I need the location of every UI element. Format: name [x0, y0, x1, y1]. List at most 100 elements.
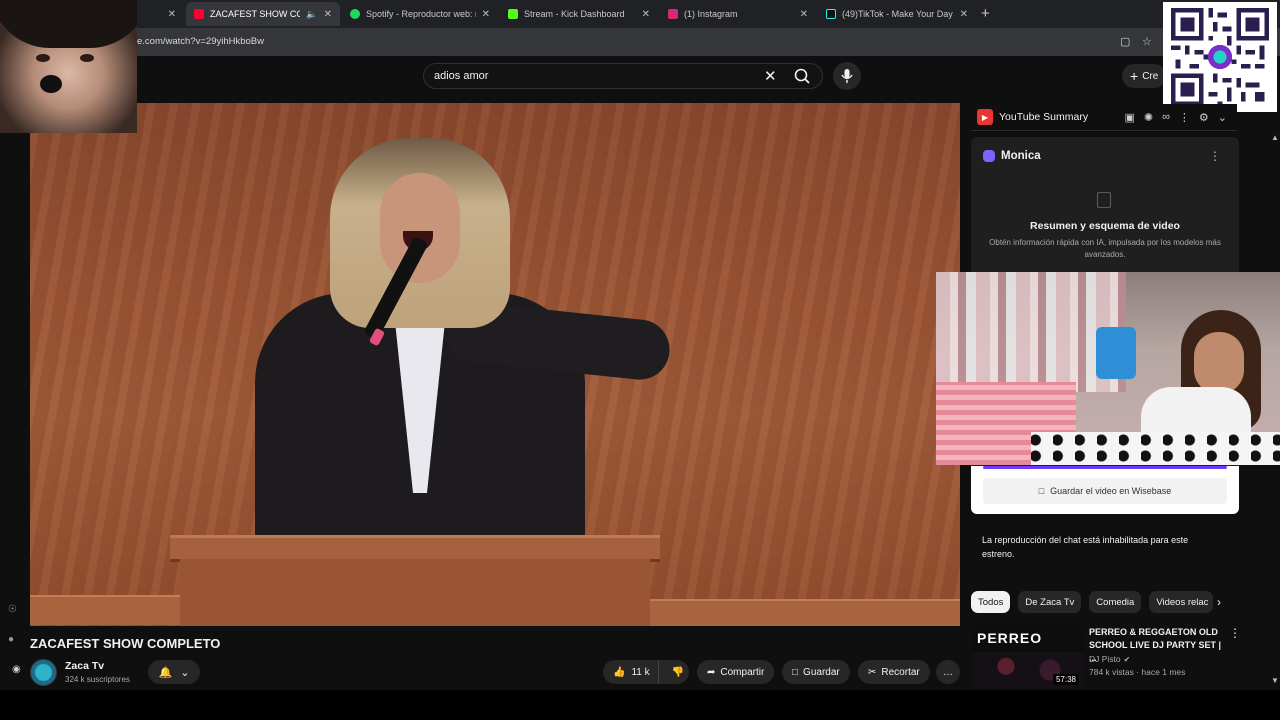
plus-icon: +: [1130, 68, 1139, 84]
youtube-favicon-icon: [194, 9, 204, 19]
browser-tab-partial[interactable]: ✕: [138, 2, 184, 26]
close-tab-icon[interactable]: ✕: [324, 9, 332, 20]
like-button[interactable]: 👍 11 k: [603, 660, 659, 684]
voice-search-button[interactable]: [833, 62, 861, 90]
related-filter-chips: Todos De Zaca Tv Comedia Videos relac: [971, 591, 1214, 613]
wisebase-label: Guardar el video en Wisebase: [1050, 486, 1172, 496]
new-tab-button[interactable]: +: [981, 5, 990, 22]
recommended-channel[interactable]: DJ Pisto ✔: [1089, 654, 1130, 664]
install-app-icon[interactable]: ▢: [1120, 35, 1130, 48]
microphone-icon: [841, 69, 853, 83]
chip-all[interactable]: Todos: [971, 591, 1011, 613]
youtube-summary-bar[interactable]: ▶ YouTube Summary ▣ ✺ ∞ ⋮ ⚙ ⌄: [971, 104, 1237, 131]
url-field[interactable]: e.com/watch?v=29yihHkboBw: [137, 36, 264, 47]
save-to-wisebase-button[interactable]: □ Guardar el video en Wisebase: [983, 478, 1227, 504]
clip-button[interactable]: ✂ Recortar: [858, 660, 930, 684]
audio-wave-icon[interactable]: ⋮: [1179, 111, 1190, 124]
spotted-blanket: [1031, 432, 1280, 465]
bot-icon[interactable]: ▣: [1124, 111, 1134, 124]
bottom-black-bar: [0, 690, 1280, 720]
extension-icon[interactable]: ●: [8, 634, 14, 645]
blue-bag: [1096, 327, 1136, 379]
scissors-icon: ✂: [868, 666, 877, 678]
dislike-button[interactable]: 👎: [664, 667, 694, 678]
scroll-up-arrow-icon[interactable]: ▲: [1271, 133, 1279, 142]
notifications-button[interactable]: 🔔 ⌄: [148, 660, 200, 684]
youtube-summary-title: YouTube Summary: [999, 111, 1089, 123]
accent-line: [983, 466, 1227, 469]
spotify-favicon-icon: [350, 9, 360, 19]
bookmark-star-icon[interactable]: ☆: [1142, 35, 1152, 48]
webcam-microphone: [40, 75, 62, 93]
monica-name: Monica: [1001, 150, 1041, 162]
thumbnail-text: PERREO: [977, 630, 1043, 646]
tab-title: (1) Instagram: [684, 9, 738, 19]
chevron-right-icon[interactable]: ›: [1217, 595, 1221, 609]
tiktok-favicon-icon: [826, 9, 836, 19]
thumbs-up-icon: 👍: [613, 666, 626, 678]
podium-top: [170, 535, 660, 559]
recommended-channel-name: DJ Pisto: [1089, 654, 1121, 664]
browser-tab-instagram[interactable]: (1) Instagram ✕: [660, 2, 816, 26]
openai-icon[interactable]: ✺: [1144, 111, 1153, 124]
streamer-face: [1194, 332, 1244, 394]
glasses-icon[interactable]: ∞: [1162, 111, 1170, 124]
clip-label: Recortar: [881, 666, 920, 678]
instagram-favicon-icon: [668, 9, 678, 19]
discord-icon[interactable]: ◉: [12, 664, 21, 675]
more-options-icon[interactable]: ⋮: [1229, 626, 1241, 640]
close-tab-icon[interactable]: ✕: [482, 9, 490, 20]
create-button[interactable]: + Cre: [1122, 64, 1167, 88]
wisebase-section: □ Guardar el video en Wisebase: [971, 466, 1239, 514]
browser-tabstrip: ✕ ZACAFEST SHOW COMPLETO 🔈 ✕ Spotify - R…: [0, 0, 1280, 28]
channel-avatar[interactable]: [30, 659, 57, 686]
wood-ledge-right: [648, 599, 960, 626]
close-tab-icon[interactable]: ✕: [168, 9, 176, 20]
monica-card-title[interactable]: Resumen y esquema de video: [971, 220, 1239, 232]
more-horizontal-icon: …: [943, 666, 953, 678]
webcam-eye-right: [80, 54, 94, 62]
like-count: 11 k: [631, 666, 650, 678]
save-button[interactable]: □ Guardar: [782, 660, 850, 684]
settings-gear-icon[interactable]: ⚙: [1199, 111, 1209, 124]
search-box[interactable]: adios amor ✕: [423, 63, 823, 89]
search-button[interactable]: [784, 63, 822, 89]
chevron-down-icon: ⌄: [180, 666, 190, 679]
browser-tab-spotify[interactable]: Spotify - Reproductor web: música ✕: [342, 2, 498, 26]
recommended-thumbnail[interactable]: PERREO 57:38: [973, 626, 1083, 688]
bookmark-icon: □: [792, 666, 799, 678]
scroll-down-arrow-icon[interactable]: ▼: [1271, 676, 1279, 685]
video-title: ZACAFEST SHOW COMPLETO: [30, 636, 221, 651]
browser-tab-kick[interactable]: Stream - Kick Dashboard ✕: [500, 2, 658, 26]
search-icon: [794, 68, 810, 84]
share-button[interactable]: ➦ Compartir: [697, 660, 775, 684]
youtube-summary-logo-icon: ▶: [977, 109, 993, 125]
close-tab-icon[interactable]: ✕: [642, 9, 650, 20]
video-player[interactable]: [30, 103, 960, 626]
subscriber-count: 324 k suscriptores: [65, 675, 130, 684]
chip-from-channel[interactable]: De Zaca Tv: [1018, 591, 1082, 613]
browser-tab-tiktok[interactable]: (49)TikTok - Make Your Day ✕: [818, 2, 976, 26]
close-tab-icon[interactable]: ✕: [800, 9, 808, 20]
search-input[interactable]: adios amor: [434, 70, 488, 82]
streamer-webcam-overlay: [0, 0, 137, 133]
chevron-down-icon[interactable]: ⌄: [1218, 111, 1227, 124]
monica-logo-icon: [983, 150, 995, 162]
browser-tab-youtube[interactable]: ZACAFEST SHOW COMPLETO 🔈 ✕: [186, 2, 340, 26]
save-label: Guardar: [803, 666, 840, 678]
thumbs-down-icon: 👎: [671, 666, 685, 678]
translate-icon[interactable]: ☉: [8, 604, 17, 615]
clear-search-icon[interactable]: ✕: [764, 67, 777, 85]
tab-title: Spotify - Reproductor web: música: [366, 9, 476, 19]
create-label: Cre: [1142, 70, 1159, 82]
chip-comedy[interactable]: Comedia: [1089, 591, 1142, 613]
more-options-icon[interactable]: ⋮: [1209, 149, 1221, 163]
channel-name[interactable]: Zaca Tv: [65, 660, 104, 672]
qr-code-icon: [1171, 8, 1269, 106]
video-duration: 57:38: [1052, 674, 1079, 685]
chip-related[interactable]: Videos relac: [1149, 591, 1214, 613]
speaker-icon[interactable]: 🔈: [306, 9, 317, 20]
close-tab-icon[interactable]: ✕: [960, 9, 968, 20]
more-actions-button[interactable]: …: [936, 660, 960, 684]
monica-card-subtitle: Obtén información rápida con IA, impulsa…: [989, 238, 1221, 259]
